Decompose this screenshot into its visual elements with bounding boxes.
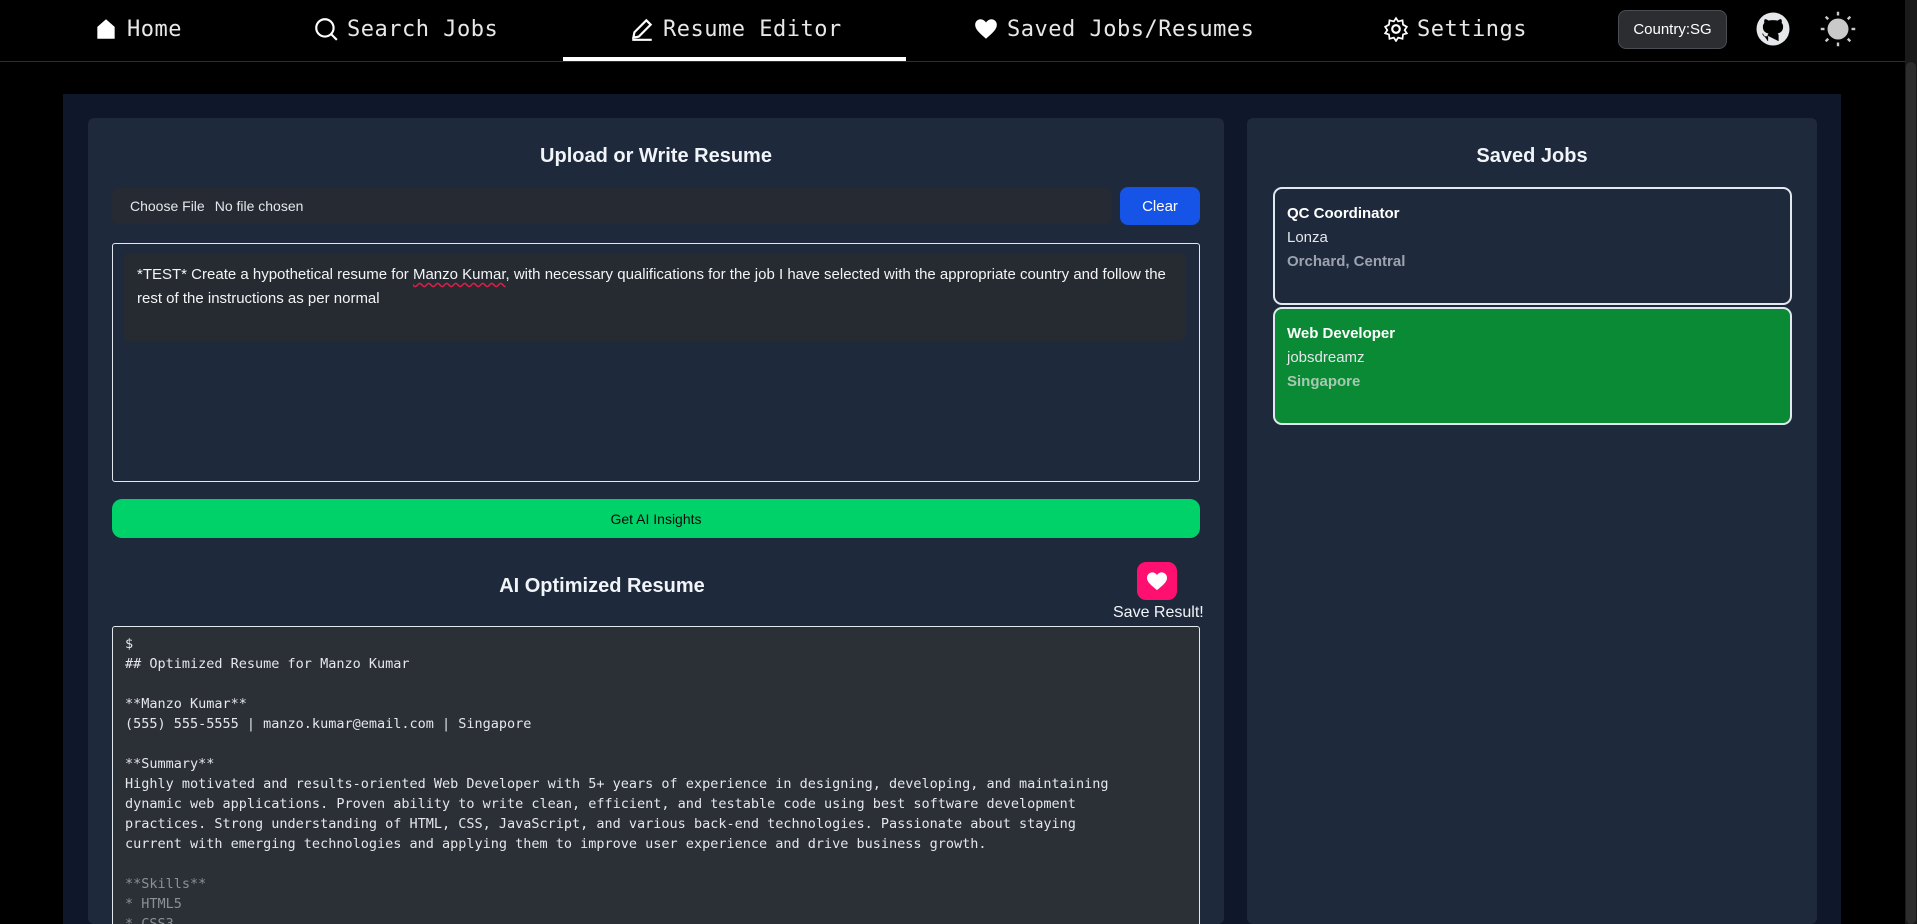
output-line: current with emerging technologies and a… <box>125 836 987 852</box>
file-status: No file chosen <box>214 198 304 214</box>
nav-search-jobs-label: Search Jobs <box>347 16 499 42</box>
nav-home-label: Home <box>127 16 182 42</box>
ai-resume-output[interactable]: $ ## Optimized Resume for Manzo Kumar **M… <box>112 626 1200 924</box>
save-result-label: Save Result! <box>1113 604 1204 621</box>
nav-resume-editor[interactable]: Resume Editor <box>629 0 842 58</box>
heart-icon <box>1147 572 1167 591</box>
job-company: jobsdreamz <box>1287 349 1365 366</box>
output-line: dynamic web applications. Proven ability… <box>125 796 1076 812</box>
choose-file-button[interactable]: Choose File <box>130 198 205 214</box>
job-company: Lonza <box>1287 229 1328 246</box>
job-title: Web Developer <box>1287 325 1396 342</box>
output-line: $ <box>125 636 134 652</box>
save-result-button[interactable] <box>1137 562 1177 600</box>
active-tab-indicator <box>563 57 906 61</box>
search-icon <box>315 18 338 41</box>
clear-button[interactable]: Clear <box>1120 187 1200 225</box>
country-selector-button[interactable]: Country:SG <box>1618 10 1727 49</box>
prompt-prefix: *TEST* Create a hypothetical resume for <box>137 266 413 283</box>
nav-search-jobs[interactable]: Search Jobs <box>313 0 498 58</box>
top-nav: Home Search Jobs Resume Editor Saved Job… <box>0 0 1905 62</box>
job-location: Singapore <box>1287 373 1361 390</box>
output-line: Highly motivated and results-oriented We… <box>125 776 1109 792</box>
output-line: ## Optimized Resume for Manzo Kumar <box>125 656 410 672</box>
get-ai-insights-button[interactable]: Get AI Insights <box>112 499 1200 538</box>
job-location: Orchard, Central <box>1287 253 1406 270</box>
home-icon <box>97 19 115 39</box>
saved-jobs-title: Saved Jobs <box>1476 145 1588 167</box>
saved-job-card[interactable]: QC Coordinator Lonza Orchard, Central <box>1273 187 1792 305</box>
output-line: * HTML5 <box>125 896 182 912</box>
editor-title: Upload or Write Resume <box>540 145 772 167</box>
pencil-icon <box>631 18 653 41</box>
resume-prompt-text[interactable]: *TEST* Create a hypothetical resume for … <box>124 253 1186 341</box>
output-line: practices. Strong understanding of HTML,… <box>125 816 1076 832</box>
nav-saved-jobs-resumes-label: Saved Jobs/Resumes <box>1007 16 1255 42</box>
prompt-name-misspelled: Manzo Kumar <box>412 266 506 283</box>
sun-icon[interactable] <box>1820 11 1856 47</box>
output-line: **Manzo Kumar** <box>125 696 247 712</box>
file-upload-input[interactable]: Choose File No file chosen <box>112 188 1112 224</box>
output-line: * CSS3 <box>125 916 174 924</box>
nav-saved-jobs-resumes[interactable]: Saved Jobs/Resumes <box>973 0 1254 58</box>
nav-settings[interactable]: Settings <box>1383 0 1527 58</box>
job-title: QC Coordinator <box>1287 205 1400 222</box>
gear-icon <box>1383 16 1409 42</box>
result-title: AI Optimized Resume <box>499 575 705 597</box>
output-faded-lines: **Skills** * HTML5 * CSS3 <box>125 874 1187 924</box>
saved-job-card-selected[interactable]: Web Developer jobsdreamz Singapore <box>1273 307 1792 425</box>
output-lines: $ ## Optimized Resume for Manzo Kumar **M… <box>125 634 1187 874</box>
output-line: (555) 555-5555 | manzo.kumar@email.com |… <box>125 716 532 732</box>
heart-icon <box>975 19 997 39</box>
output-line: **Summary** <box>125 756 215 772</box>
nav-settings-label: Settings <box>1417 16 1527 42</box>
page-scrollbar-thumb[interactable] <box>1906 62 1916 924</box>
output-line: **Skills** <box>125 876 207 892</box>
github-icon[interactable] <box>1755 11 1791 47</box>
nav-home[interactable]: Home <box>93 0 182 58</box>
nav-resume-editor-label: Resume Editor <box>663 16 842 42</box>
